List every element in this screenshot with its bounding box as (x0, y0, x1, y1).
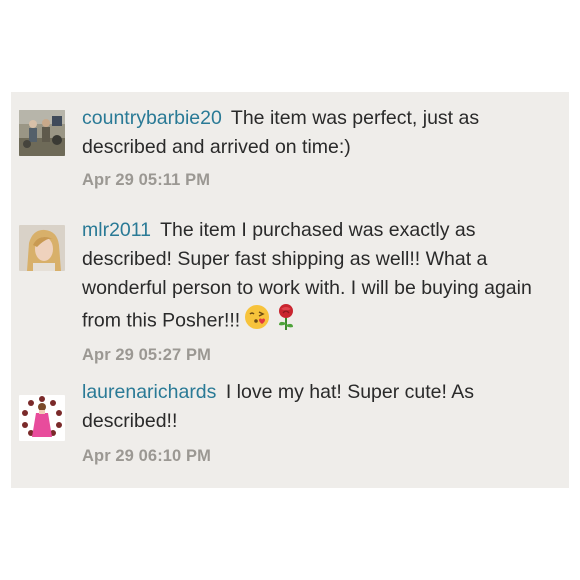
user-photo-portrait-icon (19, 225, 65, 271)
username-link[interactable]: mlr2011 (82, 219, 151, 241)
comment-timestamp: Apr 29 05:27 PM (82, 346, 211, 364)
kissing-face-blowing-kiss-icon (244, 304, 270, 339)
avatar[interactable] (19, 110, 65, 156)
username-link[interactable]: countrybarbie20 (82, 107, 222, 129)
comment-body: countrybarbie20 The item was perfect, ju… (82, 104, 552, 162)
comments-card: countrybarbie20 The item was perfect, ju… (11, 92, 569, 488)
avatar[interactable] (19, 395, 65, 441)
comment-timestamp: Apr 29 06:10 PM (82, 447, 211, 465)
avatar[interactable] (19, 225, 65, 271)
user-photo-pink-dress-icon (19, 395, 65, 441)
username-link[interactable]: laurenarichards (82, 381, 216, 403)
comment-body: mlr2011 The item I purchased was exactly… (82, 216, 552, 340)
user-photo-outdoors-icon (19, 110, 65, 156)
comment-timestamp: Apr 29 05:11 PM (82, 171, 211, 189)
rose-icon (274, 303, 298, 340)
comment-body: laurenarichards I love my hat! Super cut… (82, 378, 552, 436)
